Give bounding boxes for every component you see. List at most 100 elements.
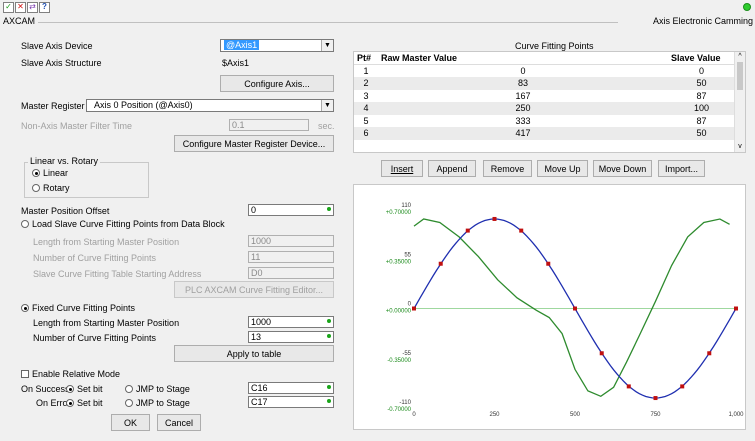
col-header-slave[interactable]: Slave Value xyxy=(668,52,735,65)
radio-icon xyxy=(125,385,133,393)
append-button[interactable]: Append xyxy=(428,160,476,177)
radio-icon xyxy=(32,184,40,192)
radio-icon xyxy=(125,399,133,407)
radio-selected-icon xyxy=(66,399,74,407)
linear-rotary-title: Linear vs. Rotary xyxy=(28,156,101,166)
help-icon[interactable]: ? xyxy=(39,1,50,13)
master-register-dropdown[interactable]: Axis 0 Position (@Axis0) ▼ xyxy=(86,99,334,112)
curve-fitting-title: Curve Fitting Points xyxy=(515,41,594,51)
y-tick-label-secondary: +0.00000 xyxy=(386,309,412,315)
apply-to-table-button[interactable]: Apply to table xyxy=(174,345,334,362)
curve-fitting-point xyxy=(626,384,631,389)
cell-slave[interactable]: 50 xyxy=(668,127,735,140)
x-tick-label: 750 xyxy=(650,412,661,418)
on-success-setbit-radio[interactable]: Set bit xyxy=(66,384,103,394)
relative-mode-checkbox[interactable]: Enable Relative Mode xyxy=(21,369,120,379)
cam-profile-chart: 110 +0.70000 55 +0.35000 0 +0.00000 -55 -0.3500… xyxy=(353,184,746,430)
curve-fitting-point xyxy=(573,306,577,311)
cell-raw-master[interactable]: 83 xyxy=(378,77,668,90)
curve-fitting-point xyxy=(680,384,685,389)
cell-pt[interactable]: 4 xyxy=(354,102,378,115)
linear-radio[interactable]: Linear xyxy=(32,168,68,178)
window-subtitle: Axis Electronic Camming xyxy=(652,16,753,26)
slave-table-addr-label: Slave Curve Fitting Table Starting Addre… xyxy=(33,269,202,279)
on-success-field[interactable]: C16 xyxy=(248,382,334,394)
cell-slave[interactable]: 50 xyxy=(668,77,735,90)
curve-fitting-table[interactable]: Pt# Raw Master Value Slave Value 1 0 0 2 83 5… xyxy=(353,51,746,153)
on-success-jmp-radio[interactable]: JMP to Stage xyxy=(125,384,190,394)
radio-icon xyxy=(21,220,29,228)
table-row[interactable]: 2 83 50 xyxy=(354,77,735,90)
table-scrollbar[interactable]: ^ v xyxy=(734,52,745,152)
green-series-line xyxy=(413,218,730,398)
move-up-button[interactable]: Move Up xyxy=(537,160,588,177)
col-header-pt[interactable]: Pt# xyxy=(354,52,378,65)
check-icon[interactable]: ✓ xyxy=(3,1,14,13)
valid-dot-icon xyxy=(327,334,331,338)
num-points-value: 13 xyxy=(251,332,262,342)
cell-raw-master[interactable]: 167 xyxy=(378,90,668,103)
cell-raw-master[interactable]: 0 xyxy=(378,65,668,78)
radio-selected-icon xyxy=(66,385,74,393)
chevron-down-icon[interactable]: v xyxy=(735,142,745,152)
curve-fitting-point xyxy=(599,351,604,356)
cell-raw-master[interactable]: 333 xyxy=(378,115,668,128)
curve-fitting-point xyxy=(734,306,738,311)
configure-axis-button[interactable]: Configure Axis... xyxy=(220,75,334,92)
curve-fitting-point xyxy=(412,306,416,311)
cell-raw-master[interactable]: 250 xyxy=(378,102,668,115)
move-down-button[interactable]: Move Down xyxy=(593,160,652,177)
cell-pt[interactable]: 5 xyxy=(354,115,378,128)
num-points-field[interactable]: 13 xyxy=(248,331,334,343)
ok-button[interactable]: OK xyxy=(111,414,150,431)
insert-button[interactable]: Insert xyxy=(381,160,423,177)
slave-axis-device-label: Slave Axis Device xyxy=(21,41,93,51)
on-error-field[interactable]: C17 xyxy=(248,396,334,408)
cell-slave[interactable]: 87 xyxy=(668,90,735,103)
num-points-label: Number of Curve Fitting Points xyxy=(33,333,157,343)
master-offset-field[interactable]: 0 xyxy=(248,204,334,216)
table-row[interactable]: 4 250 100 xyxy=(354,102,735,115)
on-success-jmp-label: JMP to Stage xyxy=(136,384,190,394)
valid-dot-icon xyxy=(327,319,331,323)
load-block-radio[interactable]: Load Slave Curve Fitting Points from Dat… xyxy=(21,219,225,229)
table-row[interactable]: 100 xyxy=(354,65,735,78)
cell-pt[interactable]: 3 xyxy=(354,90,378,103)
cell-raw-master[interactable]: 417 xyxy=(378,127,668,140)
master-register-label: Master Register xyxy=(21,101,85,111)
cell-slave[interactable]: 87 xyxy=(668,115,735,128)
cell-pt[interactable]: 2 xyxy=(354,77,378,90)
cell-pt[interactable]: 6 xyxy=(354,127,378,140)
configure-master-register-button[interactable]: Configure Master Register Device... xyxy=(174,135,334,152)
cell-slave[interactable]: 0 xyxy=(668,65,735,78)
cell-slave[interactable]: 100 xyxy=(668,102,735,115)
slave-axis-device-dropdown[interactable]: @Axis1 ▼ xyxy=(220,39,334,52)
length-start-field[interactable]: 1000 xyxy=(248,316,334,328)
import-label: Import... xyxy=(664,163,698,174)
move-down-label: Move Down xyxy=(598,163,647,174)
import-button[interactable]: Import... xyxy=(658,160,705,177)
scrollbar-thumb[interactable] xyxy=(737,62,743,90)
on-error-jmp-label: JMP to Stage xyxy=(136,398,190,408)
curve-fitting-point xyxy=(492,216,497,221)
swap-icon[interactable]: ⇄ xyxy=(27,1,38,13)
table-row[interactable]: 3 167 87 xyxy=(354,90,735,103)
close-icon[interactable]: ✕ xyxy=(15,1,26,13)
cell-pt[interactable]: 1 xyxy=(354,65,378,78)
non-axis-filter-label: Non-Axis Master Filter Time xyxy=(21,121,133,131)
fixed-points-radio[interactable]: Fixed Curve Fitting Points xyxy=(21,303,135,313)
table-row[interactable]: 5 333 87 xyxy=(354,115,735,128)
col-header-raw-master[interactable]: Raw Master Value xyxy=(378,52,668,65)
fixed-points-label: Fixed Curve Fitting Points xyxy=(32,303,136,313)
non-axis-filter-field: 0.1 xyxy=(229,119,309,131)
on-error-jmp-radio[interactable]: JMP to Stage xyxy=(125,398,190,408)
on-success-label: On Success: xyxy=(21,384,73,394)
table-row[interactable]: 6 417 50 xyxy=(354,127,735,140)
group-header: AXCAM Axis Electronic Camming xyxy=(2,16,753,28)
plc-editor-button: PLC AXCAM Curve Fitting Editor... xyxy=(174,281,334,298)
chevron-up-icon[interactable]: ^ xyxy=(735,52,745,62)
cancel-button[interactable]: Cancel xyxy=(157,414,201,431)
remove-button[interactable]: Remove xyxy=(483,160,532,177)
on-error-setbit-radio[interactable]: Set bit xyxy=(66,398,103,408)
rotary-radio[interactable]: Rotary xyxy=(32,183,70,193)
